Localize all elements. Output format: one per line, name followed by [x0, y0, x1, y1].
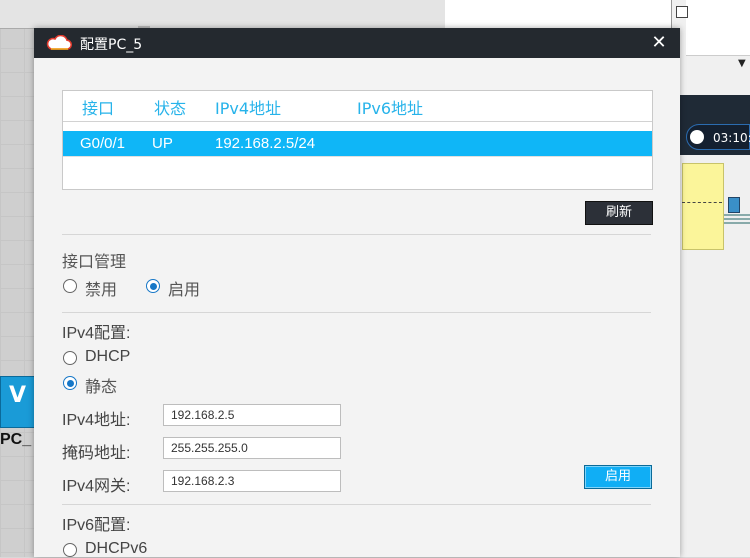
static-label: 静态 [85, 377, 118, 396]
mask-input[interactable] [163, 437, 341, 459]
col-ipv6: IPv6地址 [357, 99, 424, 118]
table-row-empty [63, 156, 652, 157]
server-icon [728, 197, 740, 213]
close-icon[interactable]: ✕ [648, 32, 670, 54]
interface-table: 接口 状态 IPv4地址 IPv6地址 G0/0/1 UP 192.168.2.… [62, 90, 653, 190]
disable-label: 禁用 [85, 280, 118, 299]
dialog-titlebar[interactable]: 配置PC_5 ✕ [34, 28, 680, 58]
cloud-logo-icon [46, 35, 72, 50]
clock-text: 03:10: [713, 131, 750, 145]
table-header: 接口 状态 IPv4地址 IPv6地址 [63, 91, 652, 122]
ipv4-config-title: IPv4配置: [62, 325, 131, 342]
divider [62, 504, 651, 505]
config-dialog: 配置PC_5 ✕ 接口 状态 IPv4地址 IPv6地址 G0/0/1 UP 1… [34, 28, 680, 557]
ipv4-address-label: IPv4地址: [62, 412, 131, 429]
cell-interface: G0/0/1 [80, 135, 126, 152]
col-ipv4: IPv4地址 [215, 99, 282, 118]
apply-button[interactable]: 启用 [584, 465, 652, 489]
pc-device-label: PC_ [0, 431, 32, 448]
cell-status: UP [152, 135, 173, 152]
col-interface: 接口 [82, 99, 115, 118]
dhcpv6-radio[interactable] [63, 543, 77, 557]
right-strip-header [686, 0, 750, 56]
divider [62, 234, 651, 235]
mask-label: 掩码地址: [62, 445, 131, 462]
right-strip [671, 0, 750, 557]
globe-icon [690, 130, 704, 144]
ipv6-config-title: IPv6配置: [62, 517, 131, 534]
gateway-input[interactable] [163, 470, 341, 492]
dhcp-label: DHCP [85, 348, 131, 365]
link-line [682, 202, 722, 203]
refresh-button[interactable]: 刷新 [585, 201, 653, 225]
device-caption [724, 212, 750, 232]
dialog-title: 配置PC_5 [80, 37, 143, 53]
static-radio[interactable] [63, 376, 77, 390]
panel-checkbox[interactable] [676, 6, 688, 18]
area-note [682, 163, 724, 250]
dhcpv6-label: DHCPv6 [85, 540, 148, 557]
enable-radio[interactable] [146, 279, 160, 293]
dhcp-radio[interactable] [63, 351, 77, 365]
pc-device-icon[interactable]: V [0, 376, 37, 428]
enable-label: 启用 [168, 280, 201, 299]
cell-ipv4: 192.168.2.5/24 [215, 135, 316, 152]
interface-mgmt-title: 接口管理 [62, 252, 127, 271]
disable-radio[interactable] [63, 279, 77, 293]
divider [62, 312, 651, 313]
chevron-down-icon[interactable]: ▼ [738, 58, 746, 69]
table-row[interactable]: G0/0/1 UP 192.168.2.5/24 [63, 131, 652, 156]
canvas-toolbar [0, 0, 445, 29]
col-status: 状态 [154, 99, 187, 118]
gateway-label: IPv4网关: [62, 478, 131, 495]
ipv4-address-input[interactable] [163, 404, 341, 426]
